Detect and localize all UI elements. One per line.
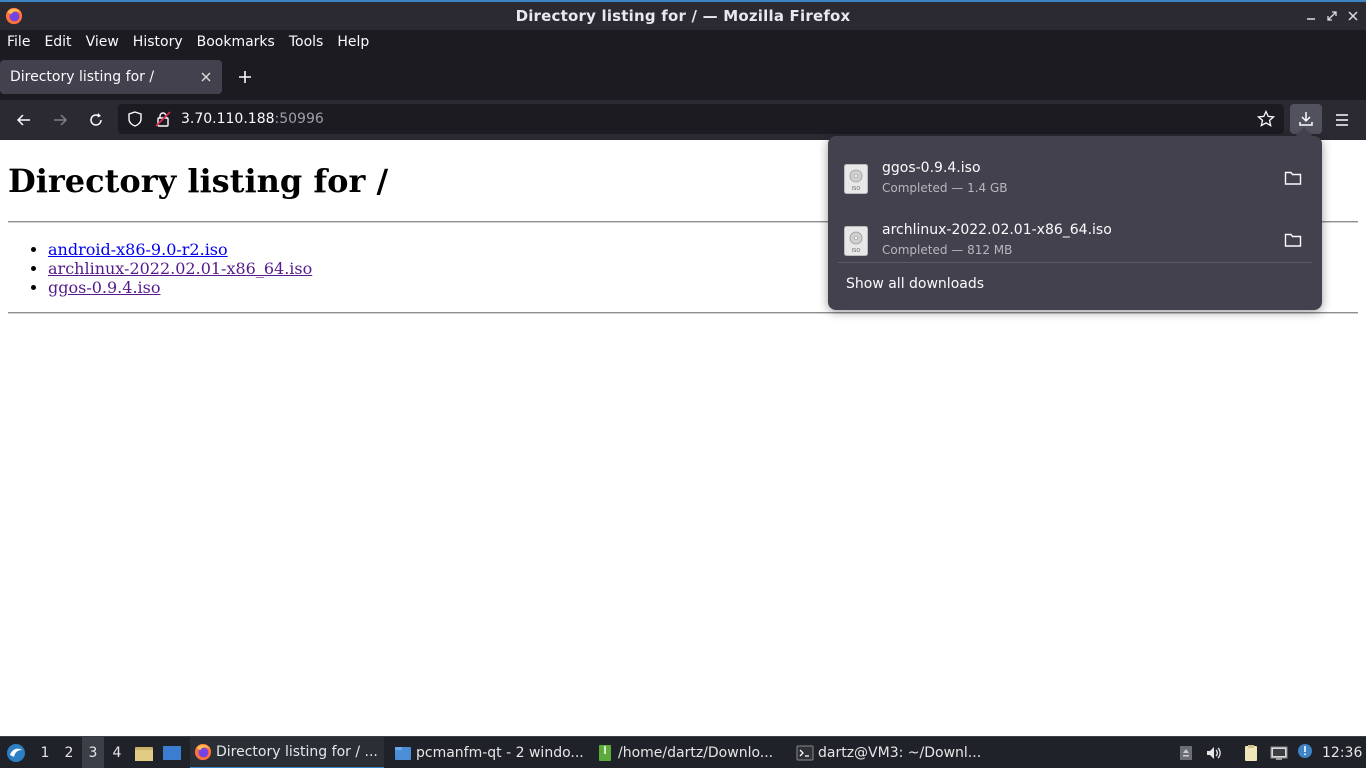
lock-insecure-icon[interactable] bbox=[155, 111, 171, 127]
folder-icon[interactable] bbox=[1284, 232, 1302, 248]
tab-label: Directory listing for / bbox=[10, 69, 155, 85]
back-button[interactable] bbox=[12, 108, 36, 132]
download-filename: ggos-0.9.4.iso bbox=[882, 160, 981, 176]
task-label: Directory listing for / ... bbox=[216, 744, 378, 760]
svg-text:ISO: ISO bbox=[852, 248, 861, 254]
file-manager-icon bbox=[135, 747, 153, 761]
restore-icon bbox=[1327, 11, 1337, 21]
file-link-ggos[interactable]: ggos-0.9.4.iso bbox=[48, 278, 161, 297]
volume-icon[interactable] bbox=[1205, 744, 1223, 762]
star-bookmark-icon[interactable] bbox=[1257, 110, 1275, 128]
lxqt-logo-icon bbox=[7, 744, 25, 762]
file-list: android-x86-9.0-r2.iso archlinux-2022.02… bbox=[48, 240, 312, 297]
app-menu-button[interactable] bbox=[1330, 108, 1354, 132]
page-heading: Directory listing for / bbox=[8, 162, 389, 200]
menu-file[interactable]: File bbox=[0, 34, 37, 50]
arrow-left-icon bbox=[16, 114, 30, 126]
download-icon bbox=[1299, 112, 1313, 126]
url-text[interactable]: 3.70.110.188:50996 bbox=[181, 111, 324, 127]
workspace-4[interactable]: 4 bbox=[106, 737, 128, 768]
menu-bookmarks[interactable]: Bookmarks bbox=[190, 34, 282, 50]
maximize-button[interactable] bbox=[1324, 8, 1340, 24]
quicklaunch-desktop[interactable] bbox=[162, 737, 182, 768]
minimize-button[interactable] bbox=[1303, 8, 1319, 24]
arrow-right-icon bbox=[54, 114, 68, 126]
start-menu-button[interactable] bbox=[4, 737, 28, 768]
download-item-ggos[interactable]: ISO ggos-0.9.4.iso Completed — 1.4 GB bbox=[828, 144, 1322, 206]
download-item-archlinux[interactable]: ISO archlinux-2022.02.01-x86_64.iso Comp… bbox=[828, 206, 1322, 268]
workspace-3[interactable]: 3 bbox=[82, 737, 104, 768]
firefox-logo-icon bbox=[5, 7, 23, 25]
notification-icon[interactable] bbox=[1296, 742, 1314, 760]
hamburger-menu-icon bbox=[1336, 114, 1348, 126]
menu-tools[interactable]: Tools bbox=[282, 34, 331, 50]
folder-icon[interactable] bbox=[1284, 170, 1302, 186]
plus-icon bbox=[239, 71, 251, 83]
url-host: 3.70.110.188 bbox=[181, 111, 275, 127]
close-icon bbox=[201, 72, 211, 82]
archive-icon bbox=[599, 745, 611, 761]
iso-file-icon: ISO bbox=[844, 164, 868, 194]
taskbar: 1 2 3 4 Directory listing for / ... pcma… bbox=[0, 736, 1366, 768]
url-port: :50996 bbox=[274, 111, 324, 127]
task-label: /home/dartz/Downlo... bbox=[618, 745, 774, 761]
task-label: pcmanfm-qt - 2 windo... bbox=[416, 745, 584, 761]
menu-history[interactable]: History bbox=[126, 34, 190, 50]
menu-view[interactable]: View bbox=[79, 34, 126, 50]
tab-close-button[interactable] bbox=[198, 69, 214, 85]
task-archive[interactable]: /home/dartz/Downlo... bbox=[592, 737, 784, 768]
close-window-button[interactable] bbox=[1345, 8, 1361, 24]
minimize-icon bbox=[1307, 18, 1315, 20]
reload-icon bbox=[90, 113, 102, 126]
iso-file-icon: ISO bbox=[844, 226, 868, 256]
file-link-archlinux[interactable]: archlinux-2022.02.01-x86_64.iso bbox=[48, 259, 312, 278]
list-item: archlinux-2022.02.01-x86_64.iso bbox=[48, 259, 312, 278]
terminal-icon bbox=[796, 745, 814, 761]
workspace-1[interactable]: 1 bbox=[34, 737, 56, 768]
firefox-icon bbox=[194, 743, 212, 761]
file-link-android[interactable]: android-x86-9.0-r2.iso bbox=[48, 240, 228, 259]
reload-button[interactable] bbox=[84, 108, 108, 132]
clock[interactable]: 12:36 bbox=[1322, 745, 1362, 761]
eject-icon[interactable] bbox=[1177, 744, 1195, 762]
show-desktop-icon bbox=[163, 746, 181, 760]
file-manager-icon bbox=[395, 747, 411, 760]
svg-text:ISO: ISO bbox=[852, 186, 861, 192]
task-pcmanfm[interactable]: pcmanfm-qt - 2 windo... bbox=[390, 737, 586, 768]
show-all-downloads-button[interactable]: Show all downloads bbox=[846, 276, 984, 292]
download-status: Completed — 1.4 GB bbox=[882, 181, 1008, 195]
menu-help[interactable]: Help bbox=[330, 34, 376, 50]
download-status: Completed — 812 MB bbox=[882, 243, 1013, 257]
list-item: ggos-0.9.4.iso bbox=[48, 278, 312, 297]
list-item: android-x86-9.0-r2.iso bbox=[48, 240, 312, 259]
shield-icon[interactable] bbox=[127, 111, 143, 127]
download-filename: archlinux-2022.02.01-x86_64.iso bbox=[882, 222, 1112, 238]
divider-bottom bbox=[8, 312, 1358, 314]
url-bar[interactable]: 3.70.110.188:50996 bbox=[118, 104, 1284, 134]
forward-button[interactable] bbox=[48, 108, 72, 132]
panel-separator bbox=[838, 262, 1312, 263]
workspace-2[interactable]: 2 bbox=[58, 737, 80, 768]
quicklaunch-files[interactable] bbox=[134, 737, 154, 768]
task-firefox[interactable]: Directory listing for / ... bbox=[190, 737, 384, 768]
menu-bar: File Edit View History Bookmarks Tools H… bbox=[0, 30, 1366, 54]
downloads-panel: ISO ggos-0.9.4.iso Completed — 1.4 GB IS… bbox=[828, 127, 1322, 310]
window-title: Directory listing for / — Mozilla Firefo… bbox=[515, 7, 851, 25]
task-terminal[interactable]: dartz@VM3: ~/Downl... bbox=[792, 737, 988, 768]
task-label: dartz@VM3: ~/Downl... bbox=[818, 745, 982, 761]
tab-directory-listing[interactable]: Directory listing for / bbox=[0, 60, 222, 94]
window-titlebar: Directory listing for / — Mozilla Firefo… bbox=[0, 0, 1366, 30]
clipboard-icon[interactable] bbox=[1242, 744, 1260, 762]
new-tab-button[interactable] bbox=[234, 66, 256, 88]
close-icon bbox=[1348, 11, 1358, 21]
navigation-toolbar: 3.70.110.188:50996 bbox=[0, 100, 1366, 140]
network-icon[interactable] bbox=[1270, 744, 1288, 762]
tab-strip: Directory listing for / bbox=[0, 54, 1366, 100]
menu-edit[interactable]: Edit bbox=[37, 34, 78, 50]
